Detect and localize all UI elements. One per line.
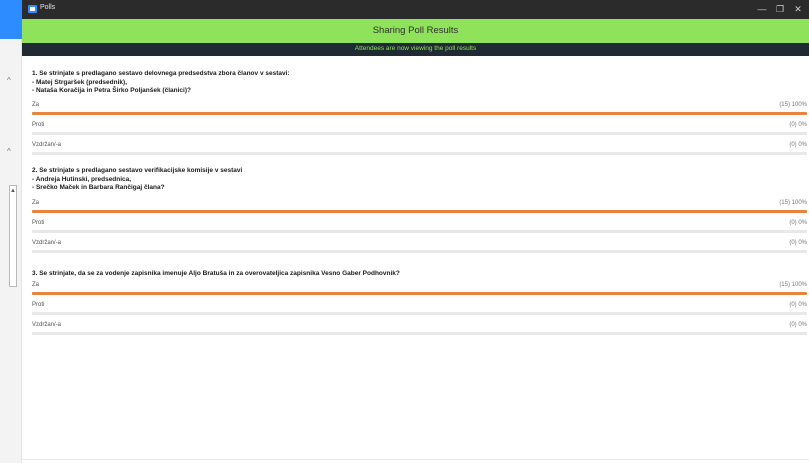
answer-label: Proti <box>32 302 45 308</box>
zoom-app-icon <box>28 5 37 13</box>
side-panel-accent <box>0 0 22 39</box>
sharing-banner: Sharing Poll Results <box>22 19 809 43</box>
result-bar-fill <box>32 292 807 295</box>
title-bar: Polls — ❐ ✕ <box>22 0 809 19</box>
scroll-up-icon[interactable]: ^ <box>7 147 11 156</box>
bottom-divider <box>22 459 809 460</box>
result-bar-track <box>32 152 807 155</box>
answer-stat: (0) 0% <box>789 220 807 226</box>
minimize-button[interactable]: — <box>755 3 769 15</box>
status-banner: Attendees are now viewing the poll resul… <box>22 43 809 56</box>
result-bar-track <box>32 312 807 315</box>
answer-label: Vzdržan/-a <box>32 240 62 246</box>
poll-question-3: 3. Se strinjate, da se za vodenje zapisn… <box>32 270 400 277</box>
answer-stat: (0) 0% <box>789 142 807 148</box>
maximize-button[interactable]: ❐ <box>773 3 787 15</box>
result-bar-fill <box>32 112 807 115</box>
poll-question-1: 1. Se strinjate s predlagano sestavo del… <box>32 70 290 95</box>
result-bar-track <box>32 332 807 335</box>
window-title: Polls <box>40 4 56 11</box>
status-text: Attendees are now viewing the poll resul… <box>354 45 477 52</box>
answer-label: Za <box>32 102 40 108</box>
scroll-arrow-icon[interactable]: ▲ <box>10 188 16 195</box>
result-bar-track <box>32 230 807 233</box>
result-bar-track <box>32 292 807 295</box>
banner-title: Sharing Poll Results <box>372 25 459 36</box>
answer-label: Za <box>32 282 40 288</box>
answer-stat: (0) 0% <box>789 240 807 246</box>
result-bar-fill <box>32 210 807 213</box>
answer-label: Proti <box>32 220 45 226</box>
close-button[interactable]: ✕ <box>791 3 805 15</box>
result-bar-track <box>32 250 807 253</box>
answer-label: Za <box>32 200 40 206</box>
result-bar-track <box>32 210 807 213</box>
answer-stat: (15) 100% <box>779 200 807 206</box>
polls-window: Polls — ❐ ✕ Sharing Poll Results Attende… <box>22 0 809 463</box>
answer-label: Vzdržan/-a <box>32 142 62 148</box>
answer-label: Proti <box>32 122 45 128</box>
answer-stat: (15) 100% <box>779 282 807 288</box>
answer-stat: (15) 100% <box>779 102 807 108</box>
answer-label: Vzdržan/-a <box>32 322 62 328</box>
result-bar-track <box>32 132 807 135</box>
side-scrollbar[interactable]: ▲ <box>9 185 17 287</box>
poll-question-2: 2. Se strinjate s predlagano sestavo ver… <box>32 167 243 192</box>
answer-stat: (0) 0% <box>789 302 807 308</box>
answer-stat: (0) 0% <box>789 322 807 328</box>
result-bar-track <box>32 112 807 115</box>
collapse-up-icon[interactable]: ^ <box>7 76 11 85</box>
left-side-panel: ^ ^ ▲ <box>0 0 22 463</box>
answer-stat: (0) 0% <box>789 122 807 128</box>
